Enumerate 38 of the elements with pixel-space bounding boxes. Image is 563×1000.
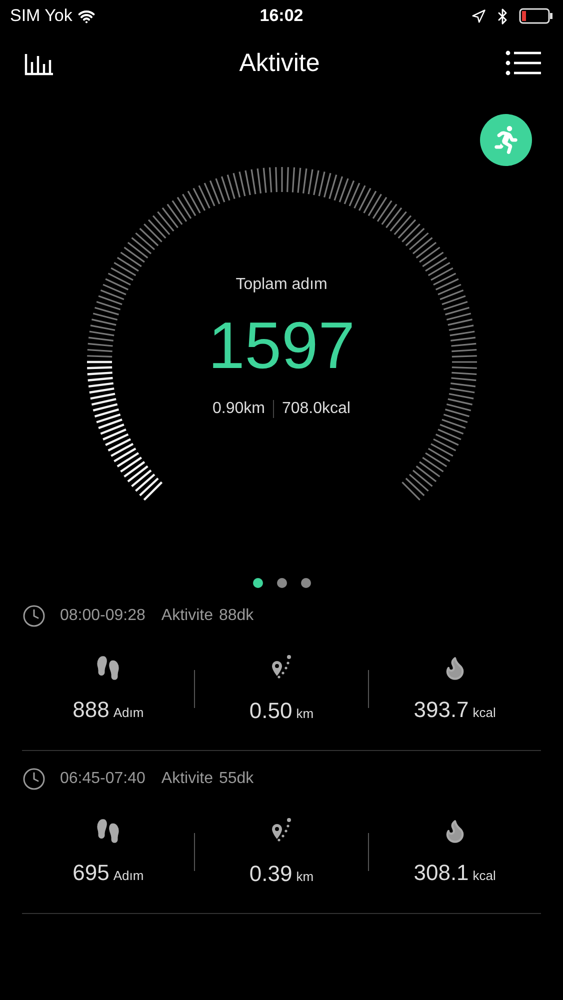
stat-value: 695 — [72, 860, 110, 886]
stat-unit: km — [296, 706, 314, 721]
stat-value: 308.1 — [414, 860, 469, 886]
session-label: Aktivite — [161, 607, 213, 625]
carrier-label: SIM Yok — [10, 6, 72, 26]
stat-unit: Adım — [113, 705, 144, 720]
page-title: Aktivite — [239, 48, 320, 78]
stat-unit: kcal — [472, 868, 496, 883]
gauge-label: Toplam adım — [236, 276, 328, 294]
page-dot[interactable] — [252, 578, 262, 588]
runner-icon — [492, 126, 520, 154]
wifi-icon — [78, 8, 96, 24]
session-label: Aktivite — [161, 770, 213, 788]
clock-time: 16:02 — [260, 6, 304, 26]
session-time: 08:00-09:28 — [60, 607, 146, 625]
session-duration: 55dk — [218, 770, 254, 788]
clock-icon — [22, 767, 46, 791]
stat-unit: km — [296, 869, 314, 884]
location-icon — [471, 8, 486, 24]
stat-value: 0.50 — [249, 698, 292, 724]
calorie-total: 708.0kcal — [282, 400, 350, 418]
menu-button[interactable] — [505, 50, 541, 76]
footprints-icon — [95, 655, 122, 681]
step-count: 1597 — [208, 312, 355, 378]
stat-unit: kcal — [472, 705, 496, 720]
stat-unit: Adım — [113, 868, 144, 883]
stat-value: 888 — [72, 697, 110, 723]
page-dot[interactable] — [276, 578, 286, 588]
page-dot[interactable] — [300, 578, 310, 588]
session-time: 06:45-07:40 — [60, 770, 146, 788]
stat-value: 393.7 — [414, 697, 469, 723]
battery-icon — [519, 8, 553, 24]
footprints-icon — [95, 818, 122, 844]
stat-value: 0.39 — [249, 861, 292, 887]
clock-icon — [22, 604, 46, 628]
session-duration: 88dk — [218, 607, 254, 625]
run-button[interactable] — [480, 114, 532, 166]
distance-total: 0.90km — [212, 400, 265, 418]
